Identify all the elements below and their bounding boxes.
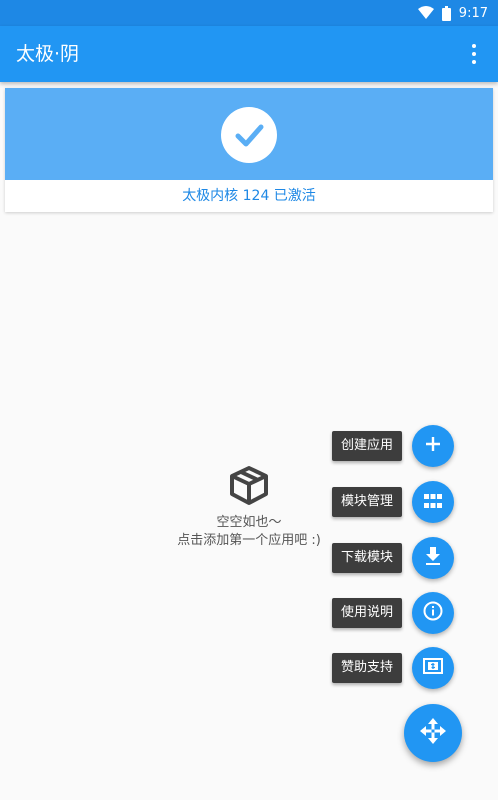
empty-state-title: 空空如也～ [216, 515, 282, 530]
download-icon [425, 547, 441, 569]
module-manage-label[interactable]: 模块管理 [331, 487, 402, 517]
fab-menu-toggle-button[interactable] [404, 704, 462, 762]
status-banner [5, 88, 493, 180]
plus-icon [424, 435, 442, 457]
app-title: 太极·阴 [16, 43, 80, 65]
money-icon [423, 658, 443, 678]
check-icon [221, 107, 277, 163]
download-module-label[interactable]: 下载模块 [331, 543, 402, 573]
app-bar: 太极·阴 [0, 26, 498, 82]
move-arrows-icon [419, 717, 447, 749]
sponsor-label[interactable]: 赞助支持 [331, 653, 402, 683]
usage-guide-button[interactable] [412, 592, 454, 634]
sponsor-button[interactable] [412, 647, 454, 689]
module-manage-button[interactable] [412, 481, 454, 523]
wifi-icon [417, 6, 434, 20]
usage-guide-label[interactable]: 使用说明 [331, 598, 402, 628]
status-time: 9:17 [458, 5, 488, 21]
create-app-button[interactable] [412, 425, 454, 467]
empty-state-hint: 点击添加第一个应用吧 :) [177, 533, 321, 548]
info-icon [423, 601, 443, 625]
activation-status-text: 太极内核 124 已激活 [182, 188, 316, 204]
grid-icon [424, 493, 442, 512]
download-module-button[interactable] [412, 537, 454, 579]
more-vertical-icon [472, 42, 476, 66]
status-bar: 9:17 [0, 0, 498, 26]
create-app-label[interactable]: 创建应用 [331, 431, 402, 461]
battery-icon [441, 5, 451, 21]
overflow-menu-button[interactable] [458, 38, 490, 70]
activation-status-card: 太极内核 124 已激活 [5, 88, 493, 212]
empty-box-icon [226, 462, 272, 508]
